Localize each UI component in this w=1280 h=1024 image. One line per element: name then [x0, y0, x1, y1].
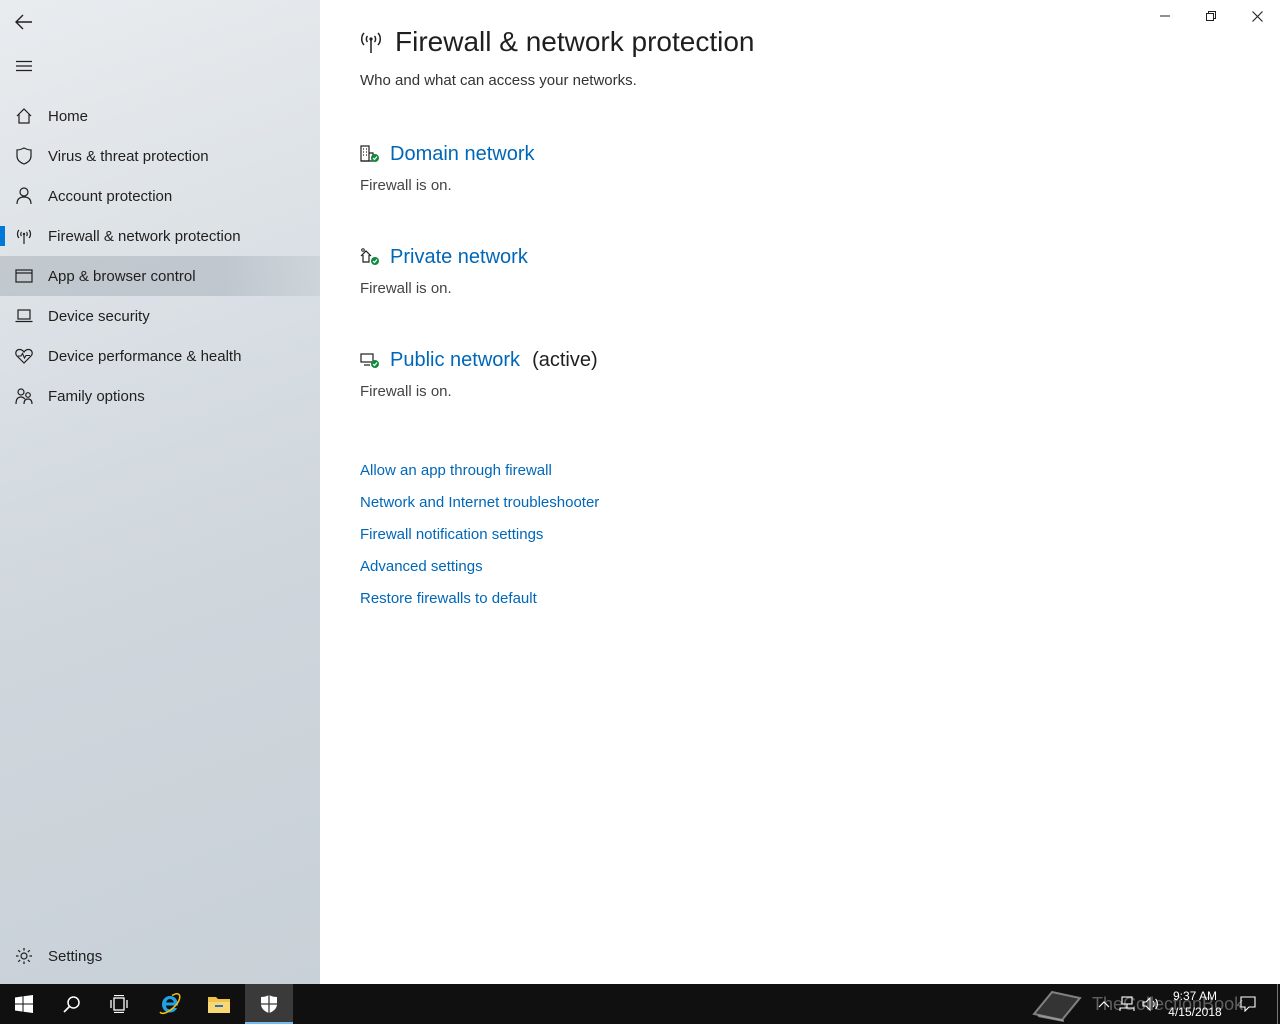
settings-links: Allow an app through firewall Network an… — [360, 460, 599, 620]
public-network-status: Firewall is on. — [360, 383, 452, 400]
clock[interactable]: 9:37 AM 4/15/2018 — [1160, 988, 1230, 1020]
internet-explorer-button[interactable] — [146, 984, 194, 1024]
antenna-icon — [0, 216, 48, 256]
heart-pulse-icon — [0, 336, 48, 376]
private-network-section: Private network Firewall is on. — [360, 242, 528, 298]
notification-icon — [1240, 996, 1256, 1012]
domain-network-status: Firewall is on. — [360, 177, 452, 194]
show-hidden-icons-button[interactable] — [1094, 984, 1114, 1024]
sidebar-item-label: Virus & threat protection — [48, 147, 209, 165]
folder-icon — [208, 997, 230, 1013]
private-network-icon — [360, 247, 380, 267]
show-desktop-divider — [1276, 984, 1278, 1024]
domain-network-section: Domain network Firewall is on. — [360, 139, 535, 195]
sidebar-item-home[interactable]: Home — [0, 96, 320, 136]
book-logo-icon — [1032, 990, 1082, 1022]
active-network-label: (active) — [532, 348, 598, 371]
network-troubleshooter-link[interactable]: Network and Internet troubleshooter — [360, 492, 599, 524]
network-tray-button[interactable] — [1116, 984, 1138, 1024]
family-icon — [0, 376, 48, 416]
domain-network-link[interactable]: Domain network — [390, 143, 535, 166]
shield-icon — [0, 136, 48, 176]
sidebar-item-label: Family options — [48, 387, 145, 405]
hamburger-menu-button[interactable] — [0, 46, 48, 86]
taskbar: TheCollectionBook 9:37 AM 4/15/2018 — [0, 984, 1280, 1024]
sidebar-item-settings[interactable]: Settings — [0, 936, 320, 976]
antenna-icon — [358, 28, 386, 56]
public-network-link[interactable]: Public network — [390, 349, 520, 372]
gear-icon — [0, 936, 48, 976]
hamburger-icon — [16, 60, 32, 72]
public-network-section: Public network (active) Firewall is on. — [360, 345, 598, 401]
page-subtitle: Who and what can access your networks. — [360, 72, 637, 89]
clock-date: 4/15/2018 — [1168, 1005, 1222, 1019]
sidebar-item-label: Account protection — [48, 187, 173, 205]
action-center-button[interactable] — [1236, 984, 1260, 1024]
domain-network-icon — [360, 144, 380, 164]
sidebar-item-device-security[interactable]: Device security — [0, 296, 320, 336]
page-header: Firewall & network protection — [358, 26, 754, 58]
main-content: Firewall & network protection Who and wh… — [320, 0, 1280, 984]
sidebar-item-label: Device security — [48, 307, 150, 325]
firewall-notification-settings-link[interactable]: Firewall notification settings — [360, 524, 599, 556]
restore-firewalls-default-link[interactable]: Restore firewalls to default — [360, 588, 599, 620]
task-view-icon — [110, 995, 128, 1013]
person-icon — [0, 176, 48, 216]
windows-security-taskbar-button[interactable] — [245, 984, 293, 1024]
back-button[interactable] — [0, 2, 48, 42]
sidebar-item-app-browser-control[interactable]: App & browser control — [0, 256, 320, 296]
task-view-button[interactable] — [96, 984, 144, 1024]
windows-logo-icon — [15, 995, 33, 1013]
start-button[interactable] — [0, 984, 48, 1024]
settings-label: Settings — [48, 947, 103, 965]
sidebar-item-device-performance-health[interactable]: Device performance & health — [0, 336, 320, 376]
advanced-settings-link[interactable]: Advanced settings — [360, 556, 599, 588]
search-icon — [63, 996, 80, 1013]
sidebar-item-firewall-network-protection[interactable]: Firewall & network protection — [0, 216, 320, 256]
sidebar-nav: Home Virus & threat protection Account p… — [0, 96, 320, 416]
sidebar-item-virus-threat-protection[interactable]: Virus & threat protection — [0, 136, 320, 176]
page-title: Firewall & network protection — [395, 26, 755, 57]
private-network-status: Firewall is on. — [360, 280, 452, 297]
laptop-icon — [0, 296, 48, 336]
search-button[interactable] — [48, 984, 96, 1024]
chevron-up-icon — [1098, 1001, 1110, 1008]
sidebar-item-label: Firewall & network protection — [48, 227, 241, 245]
network-icon — [1119, 996, 1135, 1011]
back-arrow-icon — [15, 14, 32, 30]
sidebar: Home Virus & threat protection Account p… — [0, 0, 320, 984]
private-network-link[interactable]: Private network — [390, 246, 528, 269]
home-icon — [0, 96, 48, 136]
shield-icon — [261, 995, 277, 1013]
internet-explorer-icon — [159, 993, 181, 1015]
show-desktop-button[interactable] — [1274, 984, 1280, 1024]
sidebar-item-family-options[interactable]: Family options — [0, 376, 320, 416]
sidebar-item-label: Device performance & health — [48, 347, 242, 365]
sidebar-item-account-protection[interactable]: Account protection — [0, 176, 320, 216]
clock-time: 9:37 AM — [1172, 989, 1218, 1003]
sidebar-item-label: Home — [48, 107, 89, 125]
app-window-icon — [0, 256, 48, 296]
sidebar-item-label: App & browser control — [48, 267, 196, 285]
public-network-icon — [360, 350, 380, 370]
volume-tray-button[interactable] — [1140, 984, 1162, 1024]
file-explorer-button[interactable] — [195, 984, 243, 1024]
allow-app-through-firewall-link[interactable]: Allow an app through firewall — [360, 460, 599, 492]
speaker-icon — [1142, 996, 1158, 1012]
